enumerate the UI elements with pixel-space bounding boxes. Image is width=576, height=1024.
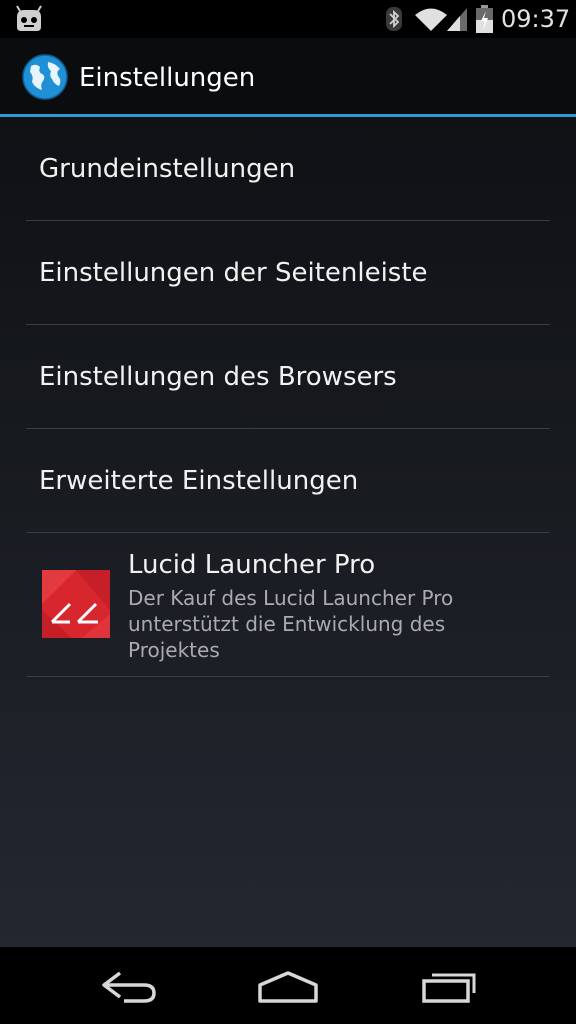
page-title: Einstellungen — [79, 63, 256, 93]
status-clock: 09:37 — [501, 5, 571, 33]
back-icon[interactable] — [90, 965, 170, 1007]
lucid-launcher-icon — [42, 570, 110, 638]
home-icon[interactable] — [248, 965, 328, 1007]
pref-advanced-settings[interactable]: Erweiterte Einstellungen — [26, 429, 550, 533]
pref-label: Grundeinstellungen — [39, 154, 296, 184]
signal-icon — [447, 8, 467, 31]
pref-basic-settings[interactable]: Grundeinstellungen — [26, 117, 550, 221]
promo-title: Lucid Launcher Pro — [128, 550, 376, 580]
status-bar: 09:37 — [0, 0, 576, 38]
preference-list: Grundeinstellungen Einstellungen der Sei… — [26, 117, 550, 677]
navigation-bar — [0, 947, 576, 1024]
action-bar: Einstellungen — [0, 38, 576, 114]
pref-browser-settings[interactable]: Einstellungen des Browsers — [26, 325, 550, 429]
bluetooth-icon — [386, 7, 402, 31]
settings-content: Grundeinstellungen Einstellungen der Sei… — [0, 117, 576, 947]
globe-icon[interactable] — [22, 54, 68, 100]
screen: 09:37 Einstellungen Grundeinstellungen E… — [0, 0, 576, 1024]
pref-label: Erweiterte Einstellungen — [39, 466, 359, 496]
pref-label: Einstellungen des Browsers — [39, 362, 397, 392]
pref-lucid-launcher-pro[interactable]: Lucid Launcher Pro Der Kauf des Lucid La… — [26, 533, 550, 677]
cyanogenmod-icon — [16, 5, 42, 31]
pref-label: Einstellungen der Seitenleiste — [39, 258, 428, 288]
recents-icon[interactable] — [410, 965, 490, 1007]
battery-charging-icon — [476, 5, 493, 33]
promo-summary: Der Kauf des Lucid Launcher Pro unterstü… — [128, 586, 454, 662]
wifi-icon — [415, 8, 447, 31]
pref-sidebar-settings[interactable]: Einstellungen der Seitenleiste — [26, 221, 550, 325]
